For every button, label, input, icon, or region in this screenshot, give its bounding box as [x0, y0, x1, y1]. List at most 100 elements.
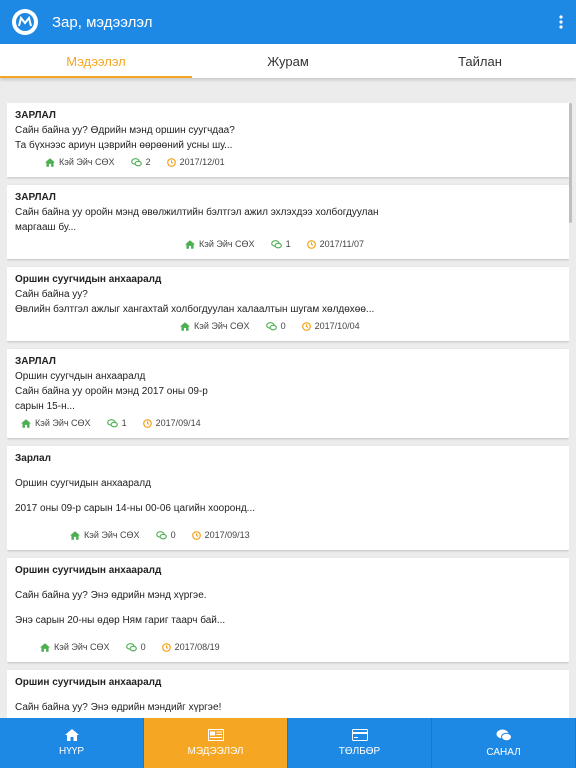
comment-icon: [130, 157, 142, 167]
clock-icon: [306, 239, 316, 249]
nav-payment[interactable]: ТӨЛБӨР: [288, 718, 432, 768]
comment-count: 1: [285, 239, 291, 249]
news-card[interactable]: Зарлал Оршин суугчидын анхааралд 2017 оны …: [7, 446, 569, 550]
news-card-title: Зарлал: [15, 453, 51, 464]
news-card-text: Энэ сарын 20-ны өдөр Ням гариг таарч бай…: [15, 615, 226, 626]
tab-rules[interactable]: Журам: [192, 44, 384, 78]
post-date: 2017/09/13: [204, 530, 250, 540]
tab-news[interactable]: Мэдээлэл: [0, 44, 192, 78]
home-icon: [185, 239, 195, 249]
comment-count: 1: [121, 418, 127, 428]
app-bar: Зар, мэдээлэл: [0, 0, 576, 44]
nav-news[interactable]: МЭДЭЭЛЭЛ: [144, 718, 288, 768]
news-card-text: Сайн байна уу? Энэ өдрийн мэндийг хүргэе…: [15, 702, 222, 713]
nav-home-label: НҮҮР: [58, 746, 84, 757]
clock-icon: [142, 418, 152, 428]
home-icon: [64, 729, 79, 741]
news-card[interactable]: ЗАРЛАЛ Оршин суугчдын анхааралд Сайн байна…: [7, 349, 569, 438]
scrollbar[interactable]: [569, 103, 572, 223]
news-card-text: Та бүхнээс ариун цэврийн өөрөөний усны ш…: [15, 140, 233, 151]
author: Кэй Эйч СӨХ: [54, 642, 110, 652]
author: Кэй Эйч СӨХ: [199, 239, 255, 249]
news-card-title: Оршин суугчидын анхааралд: [15, 565, 162, 576]
news-card-text: Сайн байна уу оройн мэнд өвөлжилтийн бэл…: [15, 207, 379, 218]
news-card[interactable]: Оршин суугчидын анхааралд Сайн байна уу? Ө…: [7, 267, 569, 341]
news-card-title: ЗАРЛАЛ: [15, 356, 56, 367]
author: Кэй Эйч СӨХ: [84, 530, 140, 540]
clock-icon: [166, 157, 176, 167]
news-card-meta: Кэй Эйч СӨХ 0 2017/10/04: [15, 319, 561, 333]
post-date: 2017/10/04: [314, 321, 360, 331]
nav-payment-label: ТӨЛБӨР: [338, 746, 381, 757]
news-card[interactable]: Оршин суугчидын анхааралд Сайн байна уу? …: [7, 558, 569, 662]
post-date: 2017/08/19: [174, 642, 220, 652]
tab-report[interactable]: Тайлан: [384, 44, 576, 78]
news-card[interactable]: ЗАРЛАЛ Сайн байна уу оройн мэнд өвөлжилти…: [7, 185, 569, 259]
news-card-text: маргааш бу...: [15, 222, 77, 233]
author: Кэй Эйч СӨХ: [194, 321, 250, 331]
tab-bar: Мэдээлэл Журам Тайлан: [0, 44, 576, 78]
author: Кэй Эйч СӨХ: [59, 157, 115, 167]
home-icon: [70, 530, 80, 540]
nav-feedback[interactable]: САНАЛ: [432, 718, 576, 768]
news-card-title: ЗАРЛАЛ: [15, 192, 56, 203]
comment-count: 0: [140, 642, 146, 652]
news-card-title: Оршин суугчидын анхааралд: [15, 677, 162, 688]
overflow-menu-icon[interactable]: [546, 0, 576, 44]
news-card-text: Сайн байна уу оройн мэнд 2017 оны 09-р: [15, 386, 208, 397]
news-card-text: Сайн байна уу? Өдрийн мэнд оршин суугчда…: [15, 125, 235, 136]
news-card-text: 2017 оны 09-р сарын 14-ны 00-06 цагийн х…: [15, 503, 256, 514]
news-card-meta: Кэй Эйч СӨХ 1 2017/09/14: [15, 416, 561, 430]
comment-count: 2: [145, 157, 151, 167]
comment-icon: [106, 418, 118, 428]
post-date: 2017/09/14: [155, 418, 201, 428]
nav-home[interactable]: НҮҮР: [0, 718, 144, 768]
app-title: Зар, мэдээлэл: [52, 13, 153, 31]
news-card[interactable]: Оршин суугчидын анхааралд Сайн байна уу? …: [7, 670, 569, 718]
comment-icon: [270, 239, 282, 249]
news-card-text: сарын 15-н...: [15, 401, 75, 412]
card-icon: [351, 729, 368, 741]
post-date: 2017/11/07: [319, 239, 364, 249]
news-card-text: Оршин суугчдын анхааралд: [15, 371, 146, 382]
comment-count: 0: [280, 321, 286, 331]
clock-icon: [191, 530, 201, 540]
news-list: ЗАРЛАЛ Сайн байна уу? Өдрийн мэнд оршин с…: [7, 103, 569, 718]
comment-count: 0: [170, 530, 176, 540]
news-card-title: Оршин суугчидын анхааралд: [15, 274, 162, 285]
news-card-meta: Кэй Эйч СӨХ 0 2017/08/19: [15, 640, 561, 654]
news-card-text: Сайн байна уу?: [15, 289, 88, 300]
comment-icon: [125, 642, 137, 652]
home-icon: [45, 157, 55, 167]
home-icon: [180, 321, 190, 331]
news-icon: [207, 729, 224, 741]
news-card-meta: Кэй Эйч СӨХ 2 2017/12/01: [15, 155, 561, 169]
chat-icon: [496, 729, 512, 741]
home-icon: [40, 642, 50, 652]
news-card-title: ЗАРЛАЛ: [15, 110, 56, 121]
home-icon: [21, 418, 31, 428]
post-date: 2017/12/01: [179, 157, 225, 167]
comment-icon: [265, 321, 277, 331]
news-card-meta: Кэй Эйч СӨХ 1 2017/11/07: [15, 237, 561, 251]
news-card-text: Сайн байна уу? Энэ өдрийн мэнд хүргэе.: [15, 590, 207, 601]
news-card-text: Оршин суугчидын анхааралд: [15, 478, 151, 489]
news-card-text: Өвлийн бэлтгэл ажлыг хангахтай холбогдуу…: [15, 304, 375, 315]
bottom-nav: НҮҮР МЭДЭЭЛЭЛ ТӨЛБӨР САНАЛ: [0, 718, 576, 768]
news-card[interactable]: ЗАРЛАЛ Сайн байна уу? Өдрийн мэнд оршин с…: [7, 103, 569, 177]
nav-feedback-label: САНАЛ: [486, 746, 521, 758]
app-logo-icon: [12, 9, 38, 35]
author: Кэй Эйч СӨХ: [35, 418, 91, 428]
comment-icon: [155, 530, 167, 540]
clock-icon: [301, 321, 311, 331]
nav-news-label: МЭДЭЭЛЭЛ: [187, 746, 244, 757]
clock-icon: [161, 642, 171, 652]
news-card-meta: Кэй Эйч СӨХ 0 2017/09/13: [15, 528, 561, 542]
